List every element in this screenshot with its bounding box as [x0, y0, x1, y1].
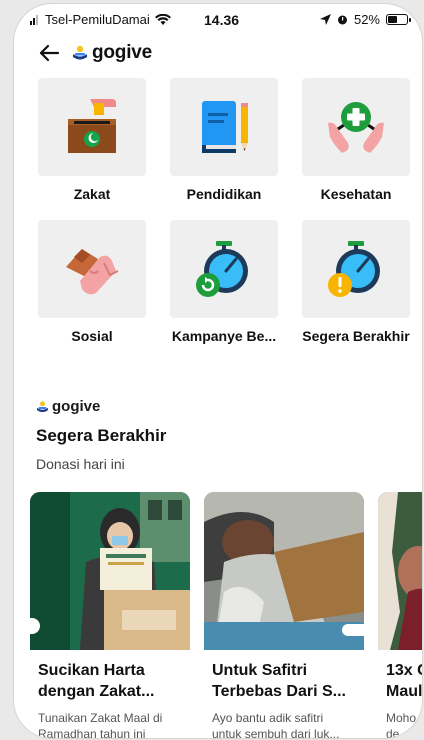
battery-fill	[388, 16, 397, 23]
category-label: Kesehatan	[320, 186, 392, 202]
campaign-description: Ayo bantu adik safitri untuk sembuh dari…	[212, 711, 340, 738]
gogive-logo-icon	[37, 400, 48, 412]
category-tile	[170, 220, 278, 318]
location-arrow-icon	[319, 14, 331, 25]
carrier-name: Tsel-PemiluDamai	[45, 12, 150, 27]
category-zakat[interactable]: Zakat	[38, 78, 146, 202]
phone-screen: Tsel-PemiluDamai 14.36 52% gogive Zakat …	[14, 4, 422, 738]
category-kampanye[interactable]: Kampanye Be...	[170, 220, 278, 344]
category-kesehatan[interactable]: Kesehatan	[302, 78, 410, 202]
category-sosial[interactable]: Sosial	[38, 220, 146, 344]
app-header: gogive	[14, 38, 422, 74]
status-right: 52%	[319, 12, 411, 27]
wifi-icon	[154, 13, 171, 25]
campaign-description: Moho de...	[386, 711, 417, 738]
alarm-icon	[337, 15, 347, 25]
battery-percent: 52%	[353, 12, 380, 27]
campaign-title: 13x G Maul	[386, 662, 422, 700]
category-segera-berakhir[interactable]: Segera Berakhir	[302, 220, 410, 344]
category-label: Kampanye Be...	[171, 328, 277, 344]
campaign-image	[204, 492, 364, 650]
donation-box-icon	[68, 99, 116, 153]
category-tile	[302, 78, 410, 176]
category-tile	[170, 78, 278, 176]
carrier-info: Tsel-PemiluDamai	[30, 12, 171, 27]
handshake-icon	[66, 249, 119, 295]
battery-icon	[386, 14, 411, 25]
section-brand-name: gogive	[52, 398, 101, 415]
stopwatch-refresh-icon	[196, 241, 248, 297]
category-pendidikan[interactable]: Pendidikan	[170, 78, 278, 202]
brand-name: gogive	[92, 42, 153, 63]
category-label: Zakat	[73, 186, 111, 202]
campaign-card-partial[interactable]: 13x G Maul Moho de...	[378, 492, 422, 738]
category-label: Sosial	[71, 328, 113, 344]
health-hands-icon	[328, 102, 384, 153]
campaign-image	[30, 492, 190, 650]
stopwatch-alert-icon	[328, 241, 380, 297]
category-label: Segera Berakhir	[302, 328, 410, 344]
book-pencil-icon	[202, 101, 248, 153]
status-bar: Tsel-PemiluDamai 14.36 52%	[14, 4, 422, 34]
card-edge-notch	[342, 624, 364, 636]
brand-logo: gogive	[72, 42, 152, 64]
section-brand-logo: gogive	[36, 398, 100, 415]
campaign-description: Tunaikan Zakat Maal di Ramadhan tahun in…	[38, 711, 163, 738]
gogive-logo-icon	[73, 45, 87, 60]
section-subtitle: Donasi hari ini	[36, 456, 125, 472]
campaign-title: Sucikan Harta dengan Zakat...	[38, 662, 155, 700]
status-time: 14.36	[204, 12, 240, 28]
section-title: Segera Berakhir	[36, 426, 167, 445]
category-tile	[38, 78, 146, 176]
signal-icon	[30, 14, 38, 25]
category-label: Pendidikan	[186, 186, 262, 202]
category-tile	[302, 220, 410, 318]
campaign-card-zakat[interactable]: Sucikan Harta dengan Zakat... Tunaikan Z…	[30, 492, 190, 738]
category-tile	[38, 220, 146, 318]
campaign-card-safitri[interactable]: Untuk Safitri Terbebas Dari S... Ayo ban…	[204, 492, 364, 738]
campaign-image	[378, 492, 422, 650]
arrow-left-icon[interactable]	[36, 40, 62, 66]
campaign-title: Untuk Safitri Terbebas Dari S...	[212, 662, 346, 700]
